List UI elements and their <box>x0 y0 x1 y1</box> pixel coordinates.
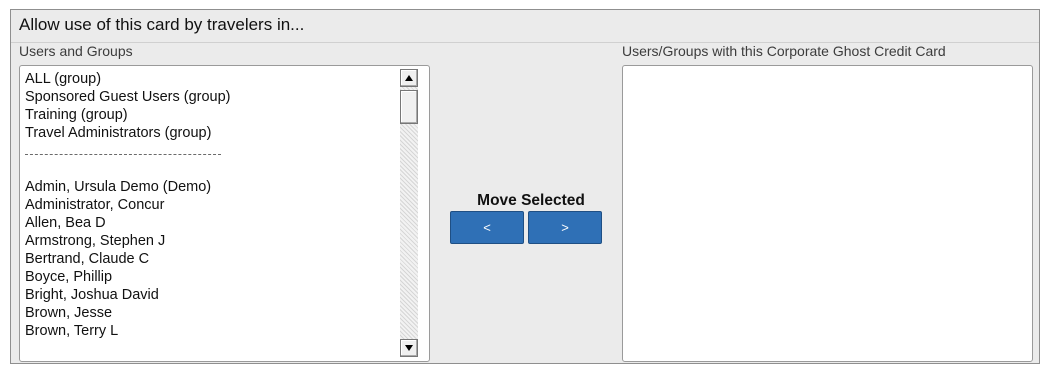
move-left-button[interactable]: < <box>450 211 524 244</box>
users-and-groups-label: Users and Groups <box>19 43 133 59</box>
list-item[interactable]: ALL (group) <box>25 70 231 88</box>
list-item[interactable]: Travel Administrators (group) <box>25 124 231 142</box>
list-item[interactable]: Brown, Jesse <box>25 304 231 322</box>
list-item[interactable]: Brown, Terry L <box>25 322 231 340</box>
list-item[interactable]: Boyce, Phillip <box>25 268 231 286</box>
list-item[interactable]: Administrator, Concur <box>25 196 231 214</box>
available-list-items: ALL (group) Sponsored Guest Users (group)… <box>25 70 231 340</box>
assigned-users-listbox[interactable] <box>622 65 1033 362</box>
blank-row <box>25 160 231 178</box>
card-access-panel: Allow use of this card by travelers in..… <box>10 9 1040 364</box>
scroll-down-arrow-icon[interactable] <box>400 339 418 357</box>
listbox-scrollbar[interactable] <box>400 69 418 357</box>
group-user-separator <box>25 142 231 160</box>
list-item[interactable]: Allen, Bea D <box>25 214 231 232</box>
list-item[interactable]: Admin, Ursula Demo (Demo) <box>25 178 231 196</box>
available-users-listbox[interactable]: ALL (group) Sponsored Guest Users (group)… <box>19 65 430 362</box>
scrollbar-thumb[interactable] <box>400 90 418 124</box>
move-right-button[interactable]: > <box>528 211 602 244</box>
assigned-users-label: Users/Groups with this Corporate Ghost C… <box>622 43 946 59</box>
list-item[interactable]: Bright, Joshua David <box>25 286 231 304</box>
scroll-up-arrow-icon[interactable] <box>400 69 418 87</box>
move-selected-label: Move Selected <box>477 192 585 209</box>
list-item[interactable]: Training (group) <box>25 106 231 124</box>
list-item[interactable]: Sponsored Guest Users (group) <box>25 88 231 106</box>
list-item[interactable]: Bertrand, Claude C <box>25 250 231 268</box>
panel-title: Allow use of this card by travelers in..… <box>19 15 305 34</box>
list-item[interactable]: Armstrong, Stephen J <box>25 232 231 250</box>
